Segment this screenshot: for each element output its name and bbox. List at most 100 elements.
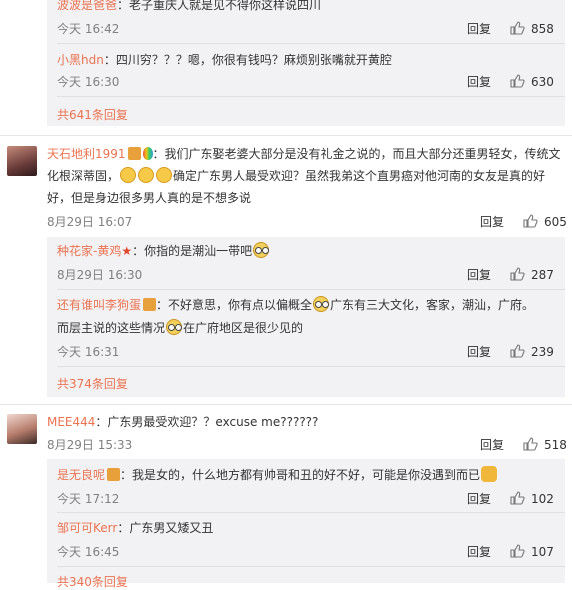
like-count: 630: [531, 75, 554, 89]
comment-line: 好，但是身边很多男人真的是不想多说: [47, 188, 251, 208]
cat-face-emoji-icon: [481, 466, 498, 482]
reply-time: 今天 16:45: [57, 545, 120, 559]
more-replies-link[interactable]: 共340条回复: [57, 573, 128, 590]
reply-time: 今天 17:12: [57, 492, 120, 506]
balloon-badge-icon: [142, 147, 153, 160]
thumbs-up-icon: [509, 490, 525, 506]
comment-time: 8月29日 15:33: [47, 438, 133, 452]
comment-line: MEE444：广东男最受欢迎？？excuse me??????: [47, 412, 318, 432]
reply-username[interactable]: 小黑hdn: [57, 53, 104, 67]
comment-username[interactable]: MEE444: [47, 415, 95, 429]
reply-separator: ：: [120, 468, 133, 482]
like-count: 605: [544, 215, 567, 229]
reply-item: 小黑hdn：四川穷？？？嗯，你很有钱吗？麻烦别张嘴就开黄腔: [57, 50, 392, 70]
reply-time: 今天 16:31: [57, 345, 120, 359]
like-count: 287: [531, 268, 554, 282]
reply-block: 种花家-黄鸡★：你指的是潮汕一带吧 8月29日 16:30 回复 287 还有谁…: [47, 237, 565, 397]
vip-badge-icon: [127, 147, 141, 160]
reply-text: 我是女的，什么地方都有帅哥和丑的好不好，可能是你没遇到而已: [132, 468, 481, 482]
reply-username[interactable]: 邹可可Kerr: [57, 521, 117, 535]
thumbs-up-icon: [509, 343, 525, 359]
like-button[interactable]: 239: [509, 343, 554, 359]
divider: [57, 566, 565, 567]
star-badge-icon: ★: [121, 244, 133, 258]
like-button[interactable]: 605: [522, 213, 567, 229]
comment-text: 化根深蒂固，: [47, 169, 120, 183]
vip-badge-icon: [143, 298, 157, 311]
avatar[interactable]: [7, 146, 37, 176]
comment-text: 好，但是身边很多男人真的是不想多说: [47, 191, 252, 205]
reply-button[interactable]: 回复: [467, 20, 491, 37]
reply-separator: ：: [156, 298, 169, 312]
reply-username[interactable]: 种花家-黄鸡: [57, 244, 121, 258]
comment-line: 天石地利1991 ：我们广东娶老婆大部分是没有礼金之说的，而且大部分还重男轻女，传…: [47, 144, 561, 164]
reply-text: 不好意思，你有点以偏概全: [168, 298, 313, 312]
comment-text: ：广东男最受欢迎？？excuse me??????: [95, 415, 319, 429]
comment-time: 8月29日 16:07: [47, 215, 133, 229]
like-count: 518: [544, 438, 567, 452]
reply-item: 波波是爸爸：老子重庆人就是见不得你这样说四川: [57, 0, 321, 15]
comment-divider: [0, 135, 572, 136]
reply-username[interactable]: 还有谁叫李狗蛋: [57, 298, 141, 312]
reply-item: 种花家-黄鸡★：你指的是潮汕一带吧: [57, 241, 270, 261]
reply-button[interactable]: 回复: [467, 343, 491, 360]
more-replies-link[interactable]: 共641条回复: [57, 106, 128, 123]
thumbs-up-icon: [509, 73, 525, 89]
divider: [57, 512, 565, 513]
reply-button[interactable]: 回复: [467, 543, 491, 560]
reply-text: 广东有三大文化，客家，潮汕，广府。: [330, 298, 535, 312]
reply-text: 在广府地区是很少见的: [183, 321, 304, 335]
more-replies-link[interactable]: 共374条回复: [57, 375, 128, 392]
reply-separator: ：: [132, 244, 145, 258]
glasses-face-emoji-icon: [166, 319, 183, 335]
comment-username[interactable]: 天石地利1991: [47, 147, 126, 161]
reply-text: 老子重庆人就是见不得你这样说四川: [129, 0, 322, 12]
avatar[interactable]: [7, 414, 37, 444]
like-count: 239: [531, 345, 554, 359]
reply-block: 是无良呢 ：我是女的，什么地方都有帅哥和丑的好不好，可能是你没遇到而已 今天 17…: [47, 459, 565, 589]
reply-item: 而层主说的这些情况 在广府地区是很少见的: [57, 318, 303, 338]
reply-item: 还有谁叫李狗蛋 ：不好意思，你有点以偏概全 广东有三大文化，客家，潮汕，广府。: [57, 295, 534, 315]
divider: [57, 366, 565, 367]
like-button[interactable]: 858: [509, 20, 554, 36]
like-button[interactable]: 287: [509, 266, 554, 282]
reply-username[interactable]: 波波是爸爸: [57, 0, 117, 12]
divider: [57, 96, 565, 97]
like-button[interactable]: 630: [509, 73, 554, 89]
shy-face-emoji-icon: [156, 167, 173, 183]
like-count: 858: [531, 22, 554, 36]
like-count: 102: [531, 492, 554, 506]
reply-button[interactable]: 回复: [467, 73, 491, 90]
reply-time: 今天 16:42: [57, 22, 120, 36]
glasses-face-emoji-icon: [313, 296, 330, 312]
reply-time: 8月29日 16:30: [57, 268, 143, 282]
reply-button[interactable]: 回复: [480, 436, 504, 453]
thumbs-up-icon: [522, 213, 538, 229]
reply-text: 你指的是潮汕一带吧: [144, 244, 253, 258]
comment-line: 化根深蒂固， 确定广东男人最受欢迎？虽然我弟这个直男癌对他河南的女友是真的好: [47, 166, 545, 186]
reply-time: 今天 16:30: [57, 75, 120, 89]
reply-text: 四川穷？？？嗯，你很有钱吗？麻烦别张嘴就开黄腔: [115, 53, 392, 67]
thumbs-up-icon: [509, 20, 525, 36]
reply-username[interactable]: 是无良呢: [57, 468, 105, 482]
like-button[interactable]: 107: [509, 543, 554, 559]
reply-text: 广东男又矮又丑: [129, 521, 214, 535]
reply-item: 邹可可Kerr：广东男又矮又丑: [57, 518, 213, 538]
like-button[interactable]: 102: [509, 490, 554, 506]
vip-badge-icon: [107, 468, 121, 481]
thumbs-up-icon: [509, 543, 525, 559]
reply-button[interactable]: 回复: [467, 266, 491, 283]
divider: [57, 289, 565, 290]
reply-separator: ：: [103, 53, 116, 67]
reply-separator: ：: [117, 0, 130, 12]
like-button[interactable]: 518: [522, 436, 567, 452]
comment-text: 确定广东男人最受欢迎？虽然我弟这个直男癌对他河南的女友是真的好: [173, 169, 546, 183]
shy-face-emoji-icon: [138, 167, 155, 183]
glasses-face-emoji-icon: [253, 242, 270, 258]
reply-text: 而层主说的这些情况: [57, 321, 166, 335]
reply-block: 波波是爸爸：老子重庆人就是见不得你这样说四川 今天 16:42 回复 858 小…: [47, 0, 565, 126]
comment-text: ：我们广东娶老婆大部分是没有礼金之说的，而且大部分还重男轻女，传统文: [152, 147, 561, 161]
reply-button[interactable]: 回复: [467, 490, 491, 507]
reply-button[interactable]: 回复: [480, 213, 504, 230]
reply-item: 是无良呢 ：我是女的，什么地方都有帅哥和丑的好不好，可能是你没遇到而已: [57, 465, 498, 485]
